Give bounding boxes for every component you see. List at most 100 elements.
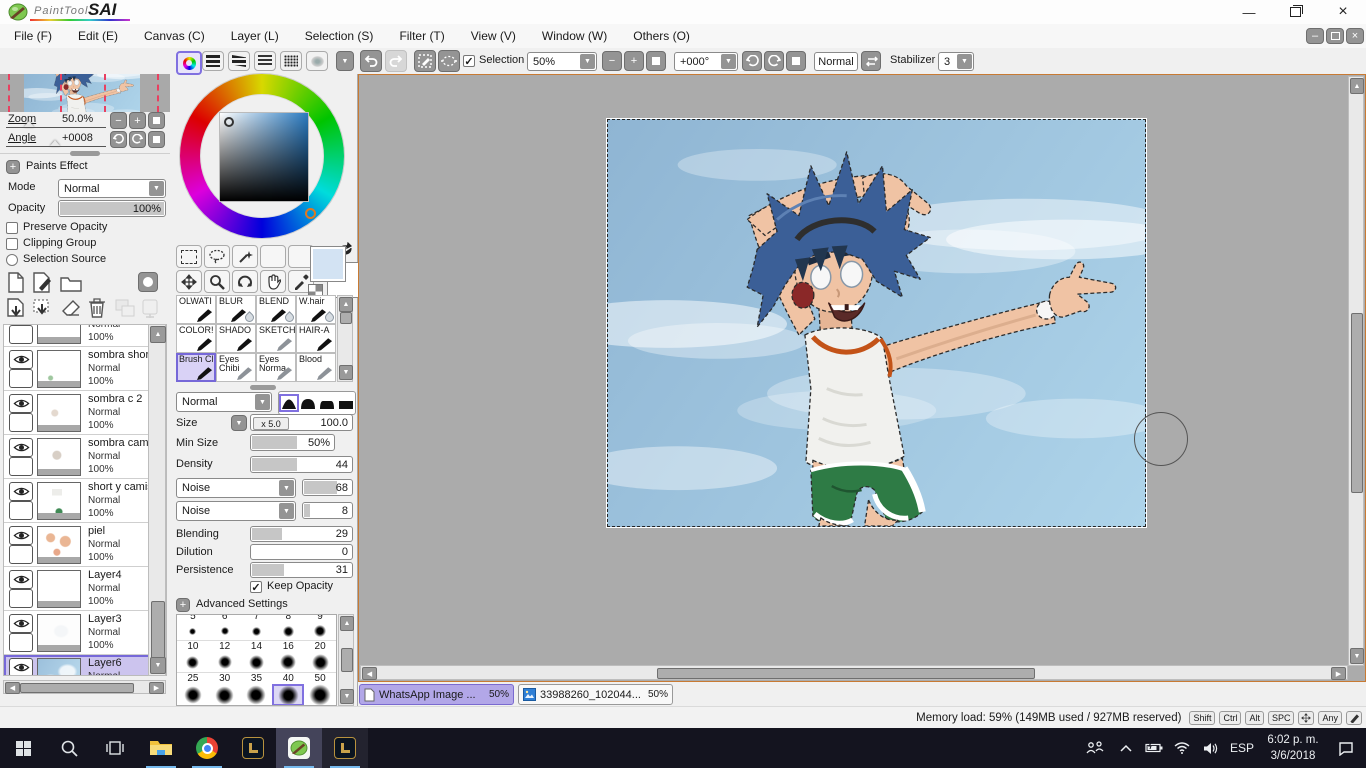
ctrl-key-indicator[interactable]: Ctrl [1219, 710, 1242, 725]
scrollbar-thumb[interactable] [341, 648, 353, 672]
scratchpad-tab[interactable] [306, 51, 328, 71]
merge-down-button[interactable] [32, 298, 54, 320]
min-size-slider[interactable]: 50% [250, 434, 335, 451]
delete-layer-button[interactable] [88, 297, 106, 319]
layer-list-hscrollbar[interactable]: ◀ ▶ [3, 680, 166, 694]
panel-resize-grip[interactable] [70, 151, 100, 156]
texture2-strength-slider[interactable]: 8 [302, 502, 353, 519]
shift-key-indicator[interactable]: Shift [1189, 710, 1216, 725]
angle-reset-button[interactable] [786, 51, 806, 71]
brush-shadow[interactable]: SHADO [216, 324, 256, 353]
chevron-down-icon[interactable]: ▼ [279, 503, 294, 519]
brush-brush-cl-selected[interactable]: Brush Cl [176, 353, 216, 382]
scroll-down-button[interactable]: ▼ [340, 689, 354, 704]
brush-eyes-norma[interactable]: Eyes Norma [256, 353, 296, 382]
layer-row[interactable]: sombra camisa Normal 100% [4, 435, 166, 479]
lasso-tool[interactable] [204, 245, 230, 268]
layer-extra-checkbox[interactable] [9, 545, 33, 564]
panel-resize-grip[interactable] [250, 385, 276, 390]
size-dot[interactable] [241, 622, 273, 640]
brush-shape-soft-selected[interactable] [278, 394, 299, 412]
chevron-down-icon[interactable]: ▼ [580, 54, 595, 69]
brush-sketch[interactable]: SKETCH [256, 324, 296, 353]
nav-zoom-out-button[interactable]: − [110, 112, 127, 129]
size-dot[interactable] [304, 684, 336, 705]
zoom-reset-button[interactable] [646, 51, 666, 71]
color-wheel-tab-selected[interactable] [176, 51, 202, 75]
angle-slider-handle[interactable] [50, 140, 60, 146]
chevron-down-icon[interactable]: ▼ [279, 480, 294, 496]
layer-list-scrollbar[interactable]: ▲ ▼ [148, 324, 166, 676]
window-close-button[interactable]: × [1326, 1, 1360, 23]
wifi-icon[interactable] [1168, 742, 1196, 754]
window-minimize-button[interactable]: — [1232, 1, 1266, 23]
start-button[interactable] [0, 728, 46, 768]
zoom-tool[interactable] [204, 270, 230, 293]
new-layer-button[interactable] [6, 272, 26, 294]
texture1-dropdown[interactable]: Noise ▼ [176, 478, 296, 498]
new-folder-button[interactable] [60, 274, 82, 292]
swatches-tab[interactable] [280, 51, 302, 71]
brush-grid-scrollbar[interactable]: ▲ ▼ [337, 295, 353, 382]
hsv-slider-tab[interactable] [228, 51, 250, 71]
rotate-canvas-tool[interactable] [232, 270, 258, 293]
language-indicator[interactable]: ESP [1224, 741, 1260, 755]
layer-extra-checkbox[interactable] [9, 457, 33, 476]
league-of-legends-icon[interactable] [230, 728, 276, 768]
size-dot[interactable] [209, 622, 241, 640]
rgb-slider-tab[interactable] [202, 51, 224, 71]
league-of-legends-icon[interactable] [322, 728, 368, 768]
mdi-restore-button[interactable] [1326, 28, 1344, 44]
layer-visibility-toggle[interactable] [9, 658, 33, 675]
size-dot[interactable] [209, 652, 241, 672]
menu-file[interactable]: File (F) [14, 29, 52, 43]
paints-effect-expand-button[interactable]: + [6, 160, 20, 174]
chevron-down-icon[interactable]: ▼ [957, 54, 972, 69]
selection-checkbox[interactable]: ✓ [463, 55, 475, 68]
scrollbar-thumb[interactable] [657, 668, 1035, 679]
brush-blend[interactable]: BLEND [256, 295, 296, 324]
hue-marker[interactable] [305, 208, 316, 219]
space-key-indicator[interactable]: SPC [1267, 710, 1295, 725]
chrome-icon[interactable] [184, 728, 230, 768]
layer-visibility-toggle[interactable] [9, 438, 33, 457]
size-dot-selected[interactable] [272, 684, 305, 705]
any-key-indicator[interactable]: Any [1318, 710, 1342, 725]
brush-size-slider[interactable]: x 5.0 100.0 [250, 414, 353, 431]
layer-row[interactable]: sombra short Normal 100% [4, 347, 166, 391]
tray-expand-chevron-icon[interactable] [1112, 744, 1140, 752]
layer-extra-checkbox[interactable] [9, 589, 33, 608]
nav-angle-reset-button[interactable] [148, 131, 165, 148]
document-tab[interactable]: 33988260_102044... 50% [518, 684, 673, 705]
brush-blend-mode-dropdown[interactable]: Normal ▼ [176, 392, 272, 412]
layer-visibility-toggle[interactable] [9, 350, 33, 369]
menu-window[interactable]: Window (W) [542, 29, 607, 43]
empty-tool-slot[interactable] [260, 245, 286, 268]
layer-extra-checkbox[interactable] [9, 413, 33, 432]
chevron-down-icon[interactable]: ▼ [721, 54, 736, 69]
scroll-up-button[interactable]: ▲ [150, 326, 166, 343]
zoom-in-button[interactable]: + [624, 51, 644, 71]
people-icon[interactable] [1078, 741, 1112, 755]
move-tool[interactable] [176, 270, 202, 293]
menu-edit[interactable]: Edit (E) [78, 29, 118, 43]
selection-source-radio[interactable] [6, 254, 18, 266]
saturation-value-square[interactable] [219, 112, 309, 202]
size-dot[interactable] [177, 684, 209, 705]
task-view-icon[interactable] [92, 728, 138, 768]
layer-row[interactable]: sombra c 2 Normal 100% [4, 391, 166, 435]
scroll-left-button[interactable]: ◀ [5, 682, 20, 694]
layer-opacity-slider[interactable]: 100% [58, 200, 166, 217]
blending-slider[interactable]: 29 [250, 526, 353, 542]
zoom-out-button[interactable]: − [602, 51, 622, 71]
magic-wand-tool[interactable] [232, 245, 258, 268]
painttool-sai-taskbar-icon[interactable] [276, 728, 322, 768]
volume-icon[interactable] [1196, 742, 1224, 755]
transfer-down-button[interactable] [6, 298, 26, 320]
clear-layer-button[interactable] [60, 298, 82, 318]
layer-row[interactable]: Layer3 Normal 100% [4, 611, 166, 655]
size-dot[interactable] [241, 684, 273, 705]
brush-hair-a[interactable]: HAIR-A [296, 324, 336, 353]
rotate-cw-button[interactable] [764, 51, 784, 71]
search-icon[interactable] [46, 728, 92, 768]
